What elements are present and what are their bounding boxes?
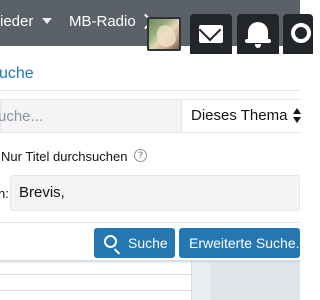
avatar[interactable] <box>147 17 181 51</box>
search-dropdown-title: uche <box>0 65 34 82</box>
mail-icon <box>199 25 223 43</box>
search-toggle-button[interactable] <box>283 14 313 54</box>
keyword-search-row: Dieses Thema <box>0 99 301 133</box>
search-icon <box>291 23 311 43</box>
advanced-search-button[interactable]: Erweiterte Suche... <box>179 228 300 258</box>
content-column <box>0 260 192 300</box>
help-icon[interactable]: ? <box>134 149 147 162</box>
chevron-down-icon <box>42 18 53 24</box>
member-field-label: n: <box>0 186 9 201</box>
search-icon <box>104 235 117 248</box>
advanced-search-label: Erweiterte Suche... <box>189 235 300 251</box>
search-scope-select[interactable]: Dieses Thema <box>181 100 301 132</box>
bell-icon <box>245 22 271 48</box>
nav-tab-members[interactable]: ieder <box>0 0 53 46</box>
search-dropdown: uche Dieses Thema Nur Titel durchsuchen … <box>0 56 301 260</box>
divider <box>0 274 192 275</box>
nav-tab-mb-radio[interactable]: MB-Radio <box>69 0 139 46</box>
search-dropdown-header: uche <box>0 56 300 91</box>
nav-tab-members-label: ieder <box>0 13 34 30</box>
sidebar-column <box>210 260 300 300</box>
dropdown-shadow <box>0 260 300 264</box>
search-scope-value: Dieses Thema <box>191 107 288 124</box>
alerts-button[interactable] <box>237 14 279 54</box>
keyword-search-input[interactable] <box>0 100 178 132</box>
member-input-value: Brevis, <box>19 184 65 201</box>
divider <box>0 290 192 291</box>
search-dropdown-footer: Suche Erweiterte Suche... <box>0 222 300 260</box>
search-submit-button[interactable]: Suche <box>94 228 175 258</box>
titles-only-label: Nur Titel durchsuchen <box>1 149 128 164</box>
member-input[interactable]: Brevis, <box>10 175 300 211</box>
select-arrows-icon <box>293 108 301 124</box>
nav-tab-mb-radio-label: MB-Radio <box>69 13 136 30</box>
search-submit-label: Suche <box>128 235 168 251</box>
inbox-button[interactable] <box>190 14 232 54</box>
